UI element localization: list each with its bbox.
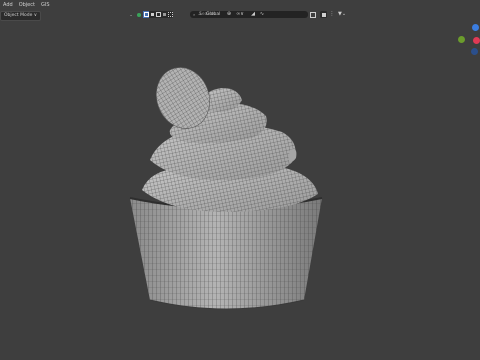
cupcake-wrapper (129, 197, 323, 310)
cupcake-model[interactable] (0, 0, 480, 360)
3d-viewport[interactable]: Add Object GIS Object Mode ∨ ⌄ ⌕ Search … (0, 0, 480, 360)
